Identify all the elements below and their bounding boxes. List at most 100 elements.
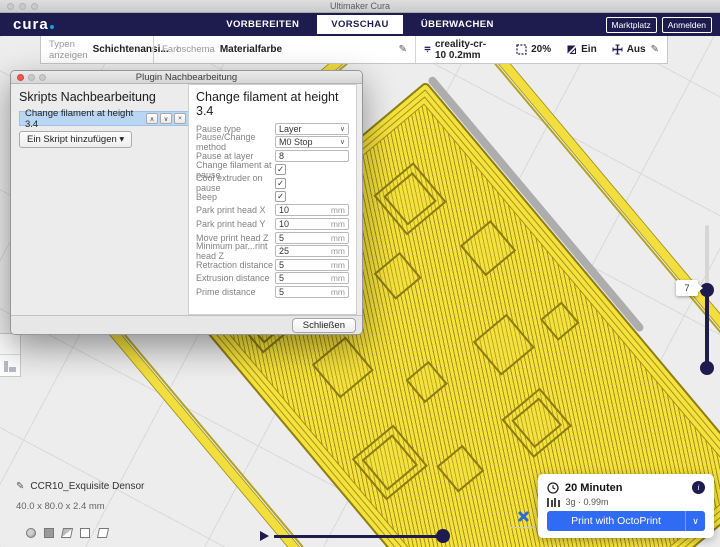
dialog-settings-rows: Pause typeLayer∨Pause/Change methodM0 St… bbox=[196, 122, 349, 299]
setting-row: Prime distance5mm bbox=[196, 285, 349, 299]
setting-input[interactable]: 5mm bbox=[275, 272, 349, 284]
infill-pattern-square bbox=[406, 361, 448, 403]
unit-label: mm bbox=[331, 246, 345, 256]
setting-label: Park print head X bbox=[196, 205, 275, 215]
view-top-icon[interactable] bbox=[61, 528, 73, 538]
print-options-chevron-icon[interactable]: ∨ bbox=[685, 511, 705, 531]
setting-input[interactable]: 10mm bbox=[275, 204, 349, 216]
setting-select[interactable]: M0 Stop∨ bbox=[275, 136, 349, 148]
print-with-octoprint-button[interactable]: Print with OctoPrint ∨ bbox=[547, 511, 705, 531]
infill-pattern-square bbox=[374, 252, 422, 300]
setting-label: Minimum par...rint head Z bbox=[196, 241, 275, 261]
setting-checkbox[interactable]: ✓ bbox=[275, 178, 286, 189]
support-state-label: Ein bbox=[581, 44, 597, 55]
move-script-up-button[interactable]: ∧ bbox=[146, 113, 158, 124]
setting-label: Prime distance bbox=[196, 287, 275, 297]
unit-label: mm bbox=[331, 233, 345, 243]
print-time-label: 20 Minuten bbox=[565, 482, 622, 494]
remove-script-button[interactable]: × bbox=[174, 113, 186, 124]
view-front-icon[interactable] bbox=[44, 528, 54, 538]
move-script-down-button[interactable]: ∨ bbox=[160, 113, 172, 124]
edit-settings-icon[interactable]: ✎ bbox=[651, 44, 659, 55]
script-settings-heading: Change filament at height 3.4 bbox=[196, 90, 349, 118]
setting-label: Park print head Y bbox=[196, 219, 275, 229]
setting-label: Cool extruder on pause bbox=[196, 173, 275, 193]
setting-row: Beep✓ bbox=[196, 190, 349, 204]
layer-slider-track-upper[interactable] bbox=[705, 225, 709, 290]
unit-label: mm bbox=[331, 273, 345, 283]
model-name-label: CCR10_Exquisite Densor bbox=[30, 481, 144, 492]
edit-icon[interactable]: ✎ bbox=[399, 44, 407, 55]
infill-pattern-square bbox=[312, 337, 374, 399]
unit-label: mm bbox=[331, 219, 345, 229]
unit-label: mm bbox=[331, 287, 345, 297]
infill-icon bbox=[516, 44, 527, 55]
simulation-scrubber-track[interactable] bbox=[274, 535, 437, 538]
print-summary-card: 20 Minuten i 3g · 0.99m Print with OctoP… bbox=[538, 474, 714, 538]
octoprint-icon-underline bbox=[509, 527, 535, 528]
close-dialog-button[interactable]: Schließen bbox=[292, 318, 356, 333]
per-model-settings-icon[interactable] bbox=[4, 361, 16, 372]
chevron-down-icon: ∨ bbox=[340, 125, 345, 133]
infill-pattern-square bbox=[540, 301, 579, 340]
camera-view-buttons bbox=[26, 528, 108, 538]
view-type-selector[interactable]: Typen anzeigen Schichtenansi... ‹ bbox=[41, 36, 153, 63]
view-type-label: Typen anzeigen bbox=[49, 39, 88, 61]
setting-label: Pause/Change method bbox=[196, 132, 275, 152]
layer-slider-handle-bottom[interactable] bbox=[700, 361, 714, 375]
play-simulation-icon[interactable] bbox=[260, 531, 269, 541]
rename-model-icon[interactable]: ✎ bbox=[16, 481, 24, 492]
setting-select[interactable]: Layer∨ bbox=[275, 123, 349, 135]
view-right-icon[interactable] bbox=[97, 528, 109, 538]
info-icon[interactable]: i bbox=[692, 481, 705, 494]
setting-input[interactable]: 25mm bbox=[275, 245, 349, 257]
infill-pattern-square bbox=[373, 162, 446, 235]
adhesion-state-label: Aus bbox=[627, 44, 646, 55]
infill-pattern-square bbox=[473, 314, 535, 376]
tab-vorschau[interactable]: VORSCHAU bbox=[317, 15, 403, 34]
clock-icon bbox=[547, 482, 559, 494]
printer-nozzle-icon bbox=[424, 44, 431, 55]
tab-vorbereiten[interactable]: VORBEREITEN bbox=[212, 15, 313, 34]
view-left-icon[interactable] bbox=[80, 528, 90, 538]
unit-label: mm bbox=[331, 260, 345, 270]
dialog-titlebar[interactable]: Plugin Nachbearbeitung bbox=[11, 71, 362, 84]
setting-row: Park print head Y10mm bbox=[196, 217, 349, 231]
layer-number: 7 bbox=[684, 283, 689, 294]
tab-ueberwachen[interactable]: ÜBERWACHEN bbox=[407, 15, 508, 34]
layer-slider-track-lower[interactable] bbox=[705, 290, 709, 368]
dialog-title: Plugin Nachbearbeitung bbox=[11, 72, 362, 83]
setting-input[interactable]: 5mm bbox=[275, 232, 349, 244]
setting-checkbox[interactable]: ✓ bbox=[275, 191, 286, 202]
signin-button[interactable]: Anmelden bbox=[662, 17, 712, 33]
setting-input[interactable]: 5mm bbox=[275, 286, 349, 298]
postprocessing-dialog: Plugin Nachbearbeitung Skripts Nachbearb… bbox=[10, 70, 363, 335]
setting-input[interactable]: 10mm bbox=[275, 218, 349, 230]
setting-input[interactable]: 8 bbox=[275, 150, 349, 162]
filament-usage-icon bbox=[547, 498, 560, 507]
scripts-heading: Skripts Nachbearbeitung bbox=[19, 90, 189, 104]
app-window: 7 ✎ CCR10_Exquisite Densor 40.0 x 80.0 x… bbox=[0, 0, 720, 547]
add-script-button[interactable]: Ein Skript hinzufügen ▾ bbox=[19, 131, 132, 148]
toolbar-divider bbox=[0, 354, 20, 355]
material-usage-label: 3g · 0.99m bbox=[566, 497, 609, 507]
setting-row: Retraction distance5mm bbox=[196, 258, 349, 272]
infill-pattern-square bbox=[501, 388, 571, 458]
infill-pattern-square bbox=[460, 220, 516, 276]
model-info: ✎ CCR10_Exquisite Densor 40.0 x 80.0 x 2… bbox=[16, 481, 144, 512]
view-3d-icon[interactable] bbox=[26, 528, 36, 538]
setting-checkbox[interactable]: ✓ bbox=[275, 164, 286, 175]
script-list-item[interactable]: Change filament at height 3.4 ∧ ∨ × bbox=[19, 111, 189, 126]
chevron-down-icon: ∨ bbox=[340, 138, 345, 146]
adhesion-icon bbox=[612, 44, 623, 55]
setting-input[interactable]: 5mm bbox=[275, 259, 349, 271]
unit-label: mm bbox=[331, 205, 345, 215]
simulation-scrubber-handle[interactable] bbox=[436, 529, 450, 543]
dialog-footer: Schließen bbox=[11, 315, 362, 334]
octoprint-tools-icon[interactable] bbox=[515, 509, 531, 525]
marketplace-button[interactable]: Marktplatz bbox=[606, 17, 657, 33]
setting-row: Park print head X10mm bbox=[196, 204, 349, 218]
color-scheme-value: Materialfarbe bbox=[220, 44, 282, 55]
print-settings-summary[interactable]: creality-cr-10 0.2mm 20% Ein bbox=[415, 36, 667, 63]
color-scheme-selector[interactable]: Farbschema Materialfarbe ✎ bbox=[153, 36, 415, 63]
